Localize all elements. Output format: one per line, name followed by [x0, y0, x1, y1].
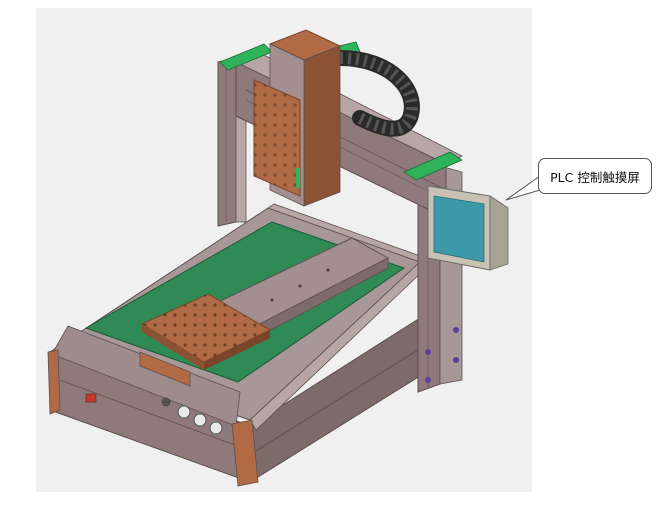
panel-button-2: [193, 413, 207, 427]
panel-button-3: [209, 421, 223, 435]
panel-button-1: [177, 405, 191, 419]
power-switch: [85, 393, 97, 403]
callout-label: PLC 控制触摸屏: [550, 169, 640, 185]
plc-touchscreen-callout: PLC 控制触摸屏: [538, 158, 652, 194]
callout-leader: [505, 175, 541, 201]
emergency-stop-button: [161, 397, 171, 407]
diagram-stage: PLC 控制触摸屏: [0, 0, 662, 507]
touch-screen-icon: [427, 185, 509, 271]
dispensing-machine-drawing: [47, 29, 541, 487]
